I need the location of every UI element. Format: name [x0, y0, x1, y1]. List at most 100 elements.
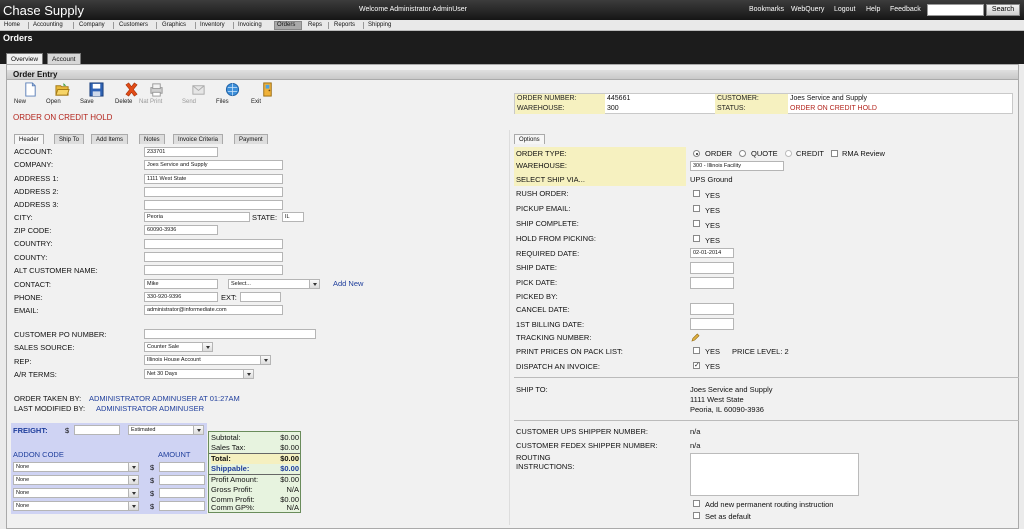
tab-header[interactable]: Header	[14, 134, 44, 144]
ar-terms-select[interactable]: Net 30 Days	[144, 369, 254, 379]
address3-field[interactable]	[144, 200, 283, 210]
search-button[interactable]: Search	[986, 4, 1020, 16]
pickup-email-yes: YES	[705, 206, 721, 215]
print-prices-checkbox[interactable]	[693, 347, 700, 354]
addon-code-select[interactable]: None	[13, 501, 139, 511]
tab-notes[interactable]: Notes	[139, 134, 165, 144]
tab-add-items[interactable]: Add Items	[91, 134, 129, 144]
zip-label: ZIP CODE:	[14, 226, 52, 235]
account-field[interactable]: 233701	[144, 147, 218, 157]
nav-reports[interactable]: Reports	[334, 22, 355, 28]
search-input[interactable]	[927, 4, 984, 16]
nav-company[interactable]: Company	[79, 22, 105, 28]
bookmarks-link[interactable]: Bookmarks	[749, 6, 784, 13]
page-title-bar: Orders	[0, 31, 1024, 45]
tab-overview[interactable]: Overview	[6, 53, 44, 64]
contact-field[interactable]: Mike	[144, 279, 218, 289]
rep-select[interactable]: Illinois House Account	[144, 355, 271, 365]
freight-amount-field[interactable]	[74, 425, 120, 435]
nat-print-button[interactable]: Nat Print	[139, 82, 173, 105]
company-label: COMPANY:	[14, 160, 54, 169]
county-field[interactable]	[144, 252, 283, 262]
tab-invoice-criteria[interactable]: Invoice Criteria	[173, 134, 224, 144]
logout-link[interactable]: Logout	[834, 6, 855, 13]
state-field[interactable]: IL	[282, 212, 304, 222]
ship-date-field[interactable]	[690, 262, 734, 274]
contact-select-value: Select...	[231, 281, 251, 287]
set-default-checkbox[interactable]	[693, 512, 700, 519]
nav-home[interactable]: Home	[4, 22, 20, 28]
add-routing-checkbox[interactable]	[693, 500, 700, 507]
freight-type-select[interactable]: Estimated	[128, 425, 204, 435]
webquery-link[interactable]: WebQuery	[791, 6, 824, 13]
nav-accounting[interactable]: Accounting	[33, 22, 63, 28]
help-link[interactable]: Help	[866, 6, 880, 13]
pick-date-field[interactable]	[690, 277, 734, 289]
cancel-date-field[interactable]	[690, 303, 734, 315]
billing-date-field[interactable]	[690, 318, 734, 330]
chevron-down-icon	[247, 373, 251, 376]
pencil-icon[interactable]	[691, 333, 700, 342]
nav-invoicing[interactable]: Invoicing	[238, 22, 262, 28]
alt-customer-field[interactable]	[144, 265, 283, 275]
nav-shipping[interactable]: Shipping	[368, 22, 391, 28]
order-type-quote-radio[interactable]	[739, 150, 746, 157]
zip-field[interactable]: 60090-3936	[144, 225, 218, 235]
tab-ship-to[interactable]: Ship To	[54, 134, 84, 144]
send-button[interactable]: Send	[182, 82, 214, 105]
tab-account[interactable]: Account	[47, 53, 81, 64]
customer-po-field[interactable]	[144, 329, 316, 339]
addon-currency: $	[150, 502, 155, 511]
chevron-down-icon	[132, 492, 136, 495]
required-date-field[interactable]: 02-01-2014	[690, 248, 734, 258]
dispatch-invoice-checkbox[interactable]	[693, 361, 700, 369]
nav-customers[interactable]: Customers	[119, 22, 148, 28]
phone-field[interactable]: 330-920-9396	[144, 292, 218, 302]
rma-review-checkbox[interactable]	[831, 150, 838, 157]
nav-inventory[interactable]: Inventory	[200, 22, 225, 28]
ext-field[interactable]	[240, 292, 281, 302]
open-button[interactable]: Open	[46, 82, 78, 105]
addon-amount-field[interactable]	[159, 475, 205, 485]
feedback-link[interactable]: Feedback	[890, 6, 921, 13]
ship-via-label[interactable]: SELECT SHIP VIA...	[516, 175, 585, 184]
nav-reps[interactable]: Reps	[308, 22, 322, 28]
sales-source-select[interactable]: Counter Sale	[144, 342, 213, 352]
rush-order-checkbox[interactable]	[693, 190, 700, 197]
warehouse-value: 300	[607, 105, 619, 112]
city-field[interactable]: Peoria	[144, 212, 250, 222]
address1-field[interactable]: 1111 West State	[144, 174, 283, 184]
files-button[interactable]: Files	[216, 82, 248, 105]
addon-amount-field[interactable]	[159, 488, 205, 498]
tab-payment[interactable]: Payment	[234, 134, 268, 144]
save-button[interactable]: Save	[80, 82, 112, 105]
pickup-email-checkbox[interactable]	[693, 205, 700, 212]
addon-amount-field[interactable]	[159, 501, 205, 511]
options-warehouse-field[interactable]: 300 - Illinois Facility	[690, 161, 784, 171]
ship-complete-checkbox[interactable]	[693, 220, 700, 227]
company-field[interactable]: Joes Service and Supply	[144, 160, 283, 170]
print-label: Print	[150, 99, 163, 105]
hold-from-picking-checkbox[interactable]	[693, 235, 700, 242]
address2-field[interactable]	[144, 187, 283, 197]
order-type-credit-radio[interactable]	[785, 150, 792, 157]
routing-instructions-textarea[interactable]	[690, 453, 859, 496]
order-type-order-radio[interactable]	[693, 150, 700, 157]
add-new-contact-link[interactable]: Add New	[333, 279, 363, 288]
nav-graphics[interactable]: Graphics	[162, 22, 186, 28]
nav-orders[interactable]: Orders	[277, 22, 295, 28]
addon-amount-field[interactable]	[159, 462, 205, 472]
rep-label: REP:	[14, 357, 32, 366]
tab-options[interactable]: Options	[514, 134, 545, 144]
contact-select[interactable]: Select...	[228, 279, 320, 289]
addon-code-select[interactable]: None	[13, 488, 139, 498]
addon-code-select[interactable]: None	[13, 475, 139, 485]
exit-button[interactable]: Exit	[251, 82, 283, 105]
addon-code-select[interactable]: None	[13, 462, 139, 472]
print-prices-yes: YES	[705, 347, 721, 356]
new-button[interactable]: New	[14, 82, 46, 105]
files-label: Files	[216, 99, 229, 105]
nav-divider	[328, 22, 329, 29]
email-field[interactable]: administrator@informediate.com	[144, 305, 283, 315]
country-field[interactable]	[144, 239, 283, 249]
